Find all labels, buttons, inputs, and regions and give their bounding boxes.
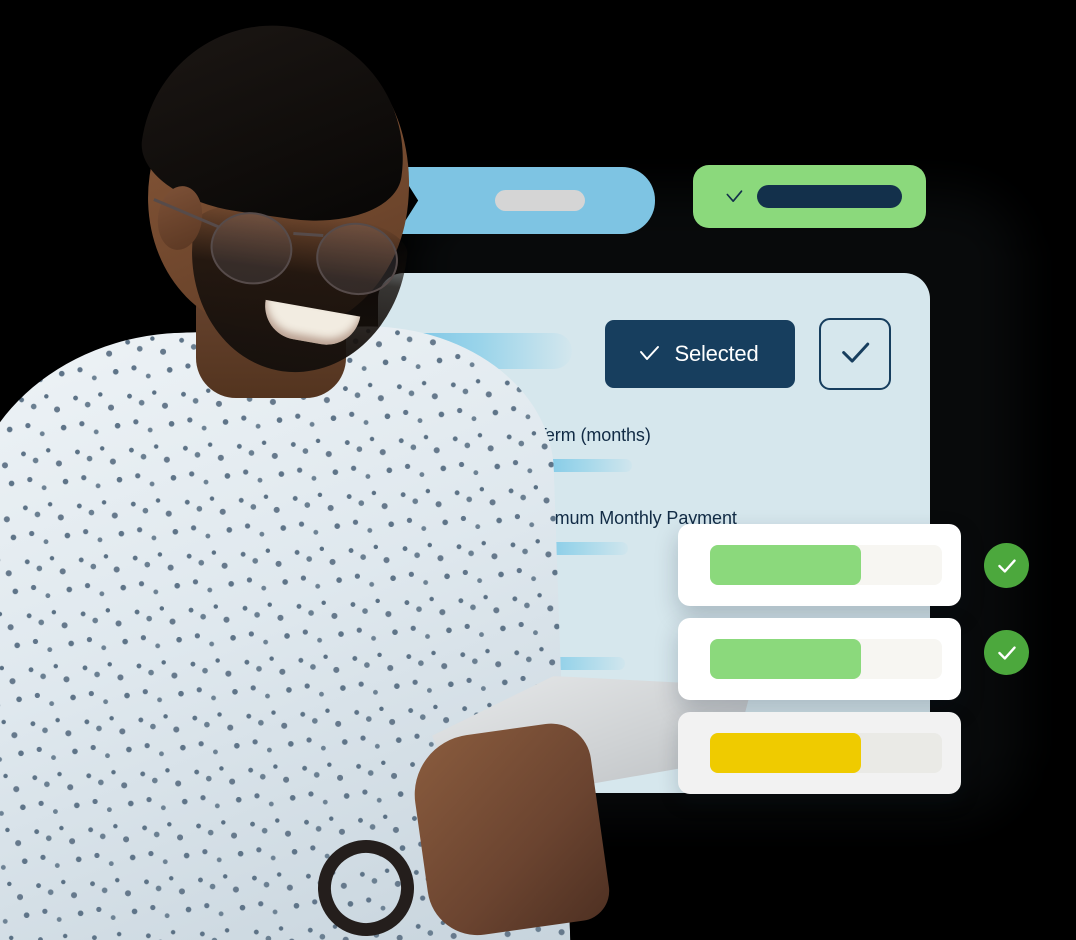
check-icon: [640, 346, 660, 360]
check-icon: [726, 190, 743, 202]
approved-badge-2[interactable]: [984, 630, 1029, 675]
selected-button-label: Selected: [674, 341, 759, 366]
hero-illustration: Term (months) Minimum Monthly Payment at…: [0, 0, 1076, 940]
approved-badge-1[interactable]: [984, 543, 1029, 588]
progress-fill: [710, 733, 861, 773]
progress-fill: [710, 639, 861, 679]
green-tag-placeholder-pill: [757, 185, 902, 208]
progress-fill: [710, 545, 861, 585]
green-approved-tag[interactable]: [693, 165, 926, 228]
check-icon: [842, 342, 870, 363]
offer-card-2[interactable]: [678, 618, 961, 700]
offer-card-3[interactable]: [678, 712, 961, 794]
check-icon: [997, 645, 1016, 660]
hand-holding-tablet: [406, 718, 614, 940]
offer-card-1[interactable]: [678, 524, 961, 606]
offer-checkbox[interactable]: [819, 318, 891, 390]
selected-button[interactable]: Selected: [605, 320, 795, 388]
check-icon: [997, 558, 1016, 573]
glasses-bridge: [293, 231, 324, 238]
lens-left: [205, 206, 298, 291]
lens-right: [310, 216, 404, 301]
